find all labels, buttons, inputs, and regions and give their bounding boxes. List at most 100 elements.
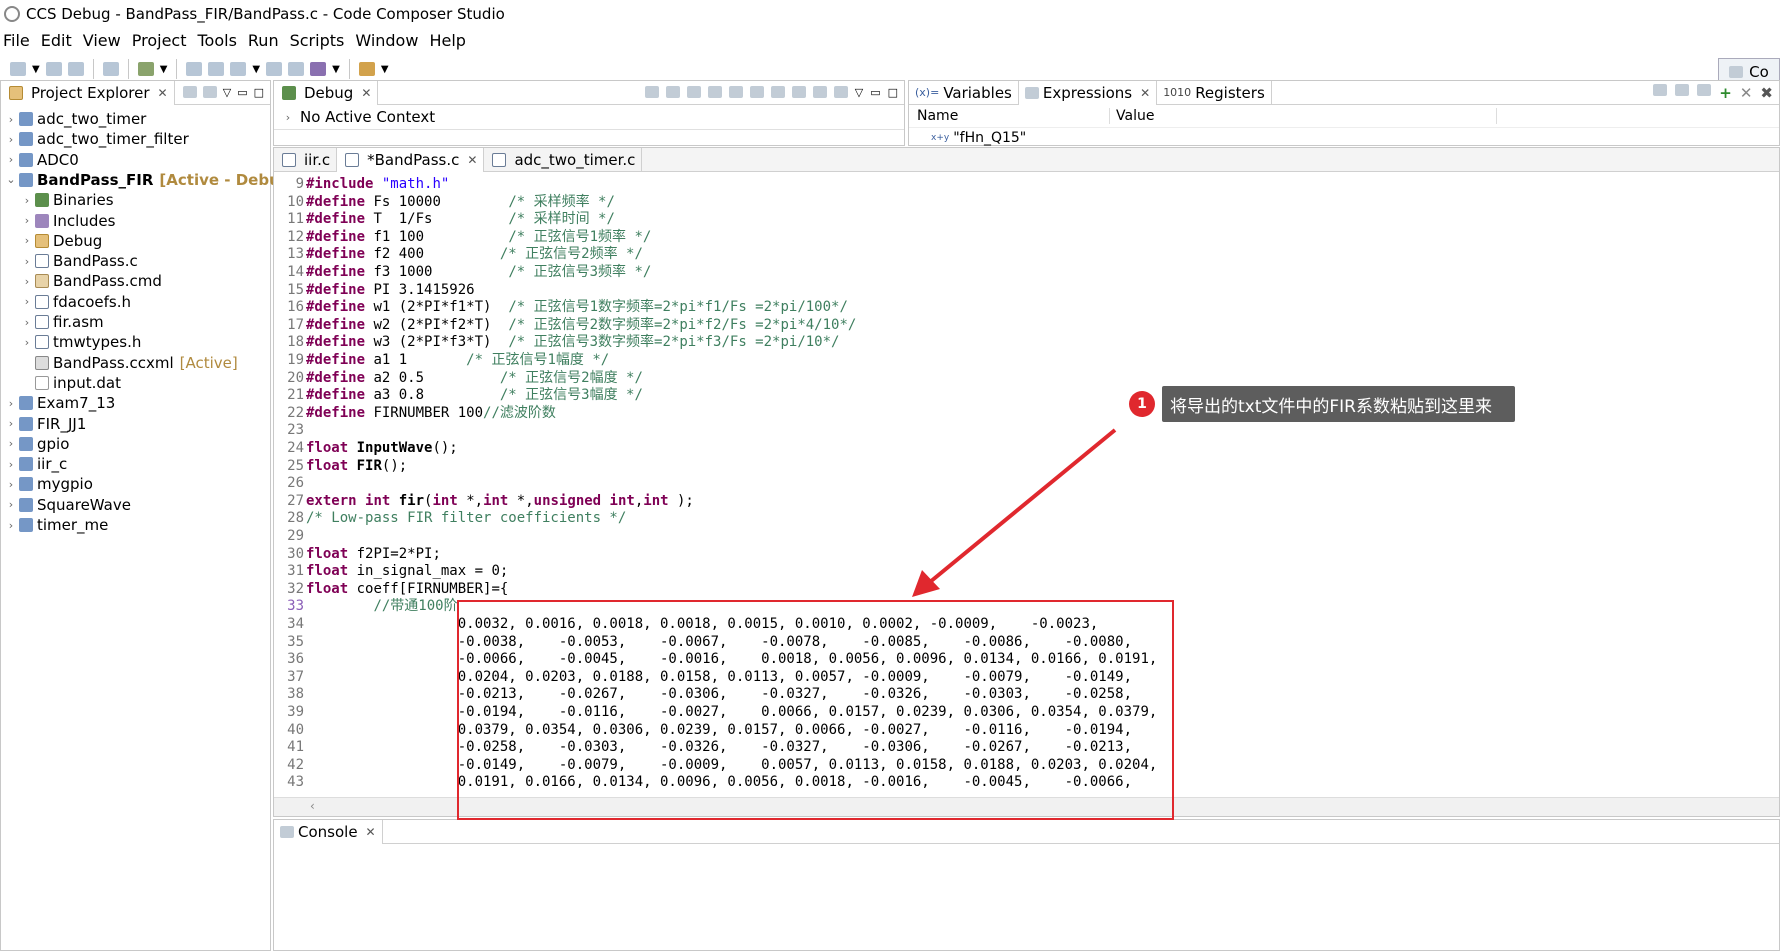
code-line[interactable]: 25 float FIR(); — [274, 458, 407, 476]
minimize-icon[interactable]: ▭ — [870, 86, 880, 99]
tree-item[interactable]: › FIR_JJ1 — [1, 414, 87, 434]
chevron-right-icon[interactable]: › — [21, 194, 33, 207]
menu-window[interactable]: Window — [355, 31, 418, 50]
tree-item[interactable]: › fdacoefs.h — [1, 292, 131, 312]
chevron-right-icon[interactable]: › — [5, 498, 17, 511]
tree-item[interactable]: › Exam7_13 — [1, 393, 116, 413]
tree-item[interactable]: › BandPass.cmd — [1, 271, 162, 291]
menu-tools[interactable]: Tools — [197, 31, 236, 50]
code-line[interactable]: 9 #include "math.h" — [274, 176, 450, 194]
chevron-right-icon[interactable]: › — [5, 437, 17, 450]
menu-view[interactable]: View — [83, 31, 121, 50]
chevron-right-icon[interactable]: › — [5, 519, 17, 532]
code-line[interactable]: 31 float in_signal_max = 0; — [274, 563, 508, 581]
code-line[interactable]: 13 #define f2 400 /* 正弦信号2频率 */ — [274, 246, 643, 264]
terminate-icon[interactable] — [707, 86, 722, 98]
tab-registers[interactable]: 1010 Registers — [1157, 80, 1272, 105]
column-value[interactable]: Value — [1110, 108, 1497, 124]
expression-row[interactable]: x+y "fHn_Q15" — [909, 128, 1779, 148]
step-over-icon[interactable] — [749, 86, 764, 98]
tree-item[interactable]: › gpio — [1, 434, 70, 454]
step-into-icon[interactable] — [728, 86, 743, 98]
remove-all-icon[interactable]: ✖ — [1760, 84, 1773, 102]
save-all-icon[interactable] — [67, 62, 84, 76]
maximize-icon[interactable]: □ — [254, 86, 264, 99]
tab-iir-c[interactable]: iir.c — [274, 147, 338, 172]
tab-adc-two-timer-c[interactable]: adc_two_timer.c — [484, 147, 643, 172]
tree-item[interactable]: BandPass.ccxml [Active] — [1, 353, 238, 373]
code-line[interactable]: 33 //带通100阶 — [274, 598, 457, 616]
code-line[interactable]: 23 — [274, 422, 306, 440]
tree-item[interactable]: › Binaries — [1, 190, 114, 210]
reset-icon[interactable] — [812, 86, 827, 98]
chevron-right-icon[interactable]: › — [21, 275, 33, 288]
code-line[interactable]: 20 #define a2 0.5 /* 正弦信号2幅度 */ — [274, 370, 643, 388]
tree-item[interactable]: › BandPass.c — [1, 251, 138, 271]
debug-context-row[interactable]: › No Active Context — [274, 105, 904, 130]
chevron-right-icon[interactable]: › — [21, 255, 33, 268]
chevron-right-icon[interactable]: › — [21, 234, 33, 247]
tree-item[interactable]: › ADC0 — [1, 150, 79, 170]
tree-item[interactable]: › fir.asm — [1, 312, 104, 332]
code-line[interactable]: 24 float InputWave(); — [274, 440, 458, 458]
collapse-all-icon[interactable] — [182, 86, 197, 98]
tree-item[interactable]: › Debug — [1, 231, 103, 251]
new-dropdown-icon[interactable]: ▼ — [32, 64, 40, 75]
new-icon[interactable] — [10, 62, 26, 76]
code-line[interactable]: 16 #define w1 (2*PI*f1*T) /* 正弦信号1数字频率=2*… — [274, 299, 848, 317]
connect-icon[interactable] — [310, 62, 327, 76]
code-line[interactable]: 17 #define w2 (2*PI*f2*T) /* 正弦信号2数字频率=2*… — [274, 317, 856, 335]
close-icon[interactable]: ✕ — [158, 86, 168, 100]
chevron-right-icon[interactable]: › — [5, 417, 17, 430]
restart-icon[interactable] — [833, 86, 848, 98]
chevron-right-icon[interactable]: › — [21, 295, 33, 308]
menu-run[interactable]: Run — [248, 31, 279, 50]
tab-expressions[interactable]: Expressions ✕ — [1018, 80, 1158, 105]
menu-file[interactable]: File — [3, 31, 30, 50]
memory-dropdown-icon[interactable]: ▼ — [252, 64, 260, 75]
menu-project[interactable]: Project — [132, 31, 187, 50]
tree-item[interactable]: › SquareWave — [1, 495, 131, 515]
remove-terminated-icon[interactable] — [644, 86, 659, 98]
code-line[interactable]: 11 #define T 1/Fs /* 采样时间 */ — [274, 211, 615, 229]
view-menu-icon[interactable]: ▽ — [223, 86, 231, 99]
tree-item[interactable]: › iir_c — [1, 454, 67, 474]
connect-dropdown-icon[interactable]: ▼ — [332, 64, 340, 75]
close-icon[interactable]: ✕ — [1140, 86, 1150, 100]
code-line[interactable]: 19 #define a1 1 /* 正弦信号1幅度 */ — [274, 352, 609, 370]
chevron-right-icon[interactable]: › — [21, 336, 33, 349]
suspend-icon[interactable] — [686, 86, 701, 98]
tree-item[interactable]: › adc_two_timer — [1, 109, 147, 129]
tools-dropdown-icon[interactable]: ▼ — [381, 64, 389, 75]
target-config-icon[interactable] — [288, 62, 305, 76]
tree-item[interactable]: › mygpio — [1, 474, 93, 494]
code-line[interactable]: 10 #define Fs 10000 /* 采样频率 */ — [274, 194, 615, 212]
chevron-right-icon[interactable]: › — [5, 153, 17, 166]
chevron-right-icon[interactable]: › — [5, 133, 17, 146]
memory-icon[interactable] — [230, 62, 247, 76]
open-perspective-icon[interactable] — [1729, 66, 1744, 78]
tab-project-explorer[interactable]: Project Explorer ✕ — [1, 80, 175, 105]
scroll-left-icon[interactable]: ‹ — [310, 799, 315, 813]
code-line[interactable]: 32 float coeff[FIRNUMBER]={ — [274, 581, 508, 599]
code-line[interactable]: 12 #define f1 100 /* 正弦信号1频率 */ — [274, 229, 651, 247]
chevron-down-icon[interactable]: ⌄ — [5, 173, 17, 186]
column-name[interactable]: Name — [909, 108, 1110, 124]
add-expression-icon[interactable]: + — [1719, 84, 1732, 102]
menu-edit[interactable]: Edit — [41, 31, 72, 50]
tree-item[interactable]: › timer_me — [1, 515, 109, 535]
collapse-all-icon[interactable] — [1675, 83, 1690, 96]
close-icon[interactable]: ✕ — [366, 825, 376, 839]
close-icon[interactable]: ✕ — [361, 86, 371, 100]
assembly-step-icon[interactable] — [791, 86, 806, 98]
remove-expression-icon[interactable]: ✕ — [1740, 84, 1753, 102]
code-line[interactable]: 28/* Low-pass FIR filter coefficients */ — [274, 510, 626, 528]
tree-item[interactable]: › Includes — [1, 211, 116, 231]
terminal-icon[interactable] — [102, 62, 119, 76]
close-icon[interactable]: ✕ — [467, 153, 477, 167]
code-line[interactable]: 29 — [274, 528, 306, 546]
tree-item[interactable]: › tmwtypes.h — [1, 332, 142, 352]
code-line[interactable]: 27 extern int fir(int *,int *,unsigned in… — [274, 493, 694, 511]
show-types-icon[interactable] — [1653, 83, 1668, 96]
chevron-right-icon[interactable]: › — [21, 316, 33, 329]
